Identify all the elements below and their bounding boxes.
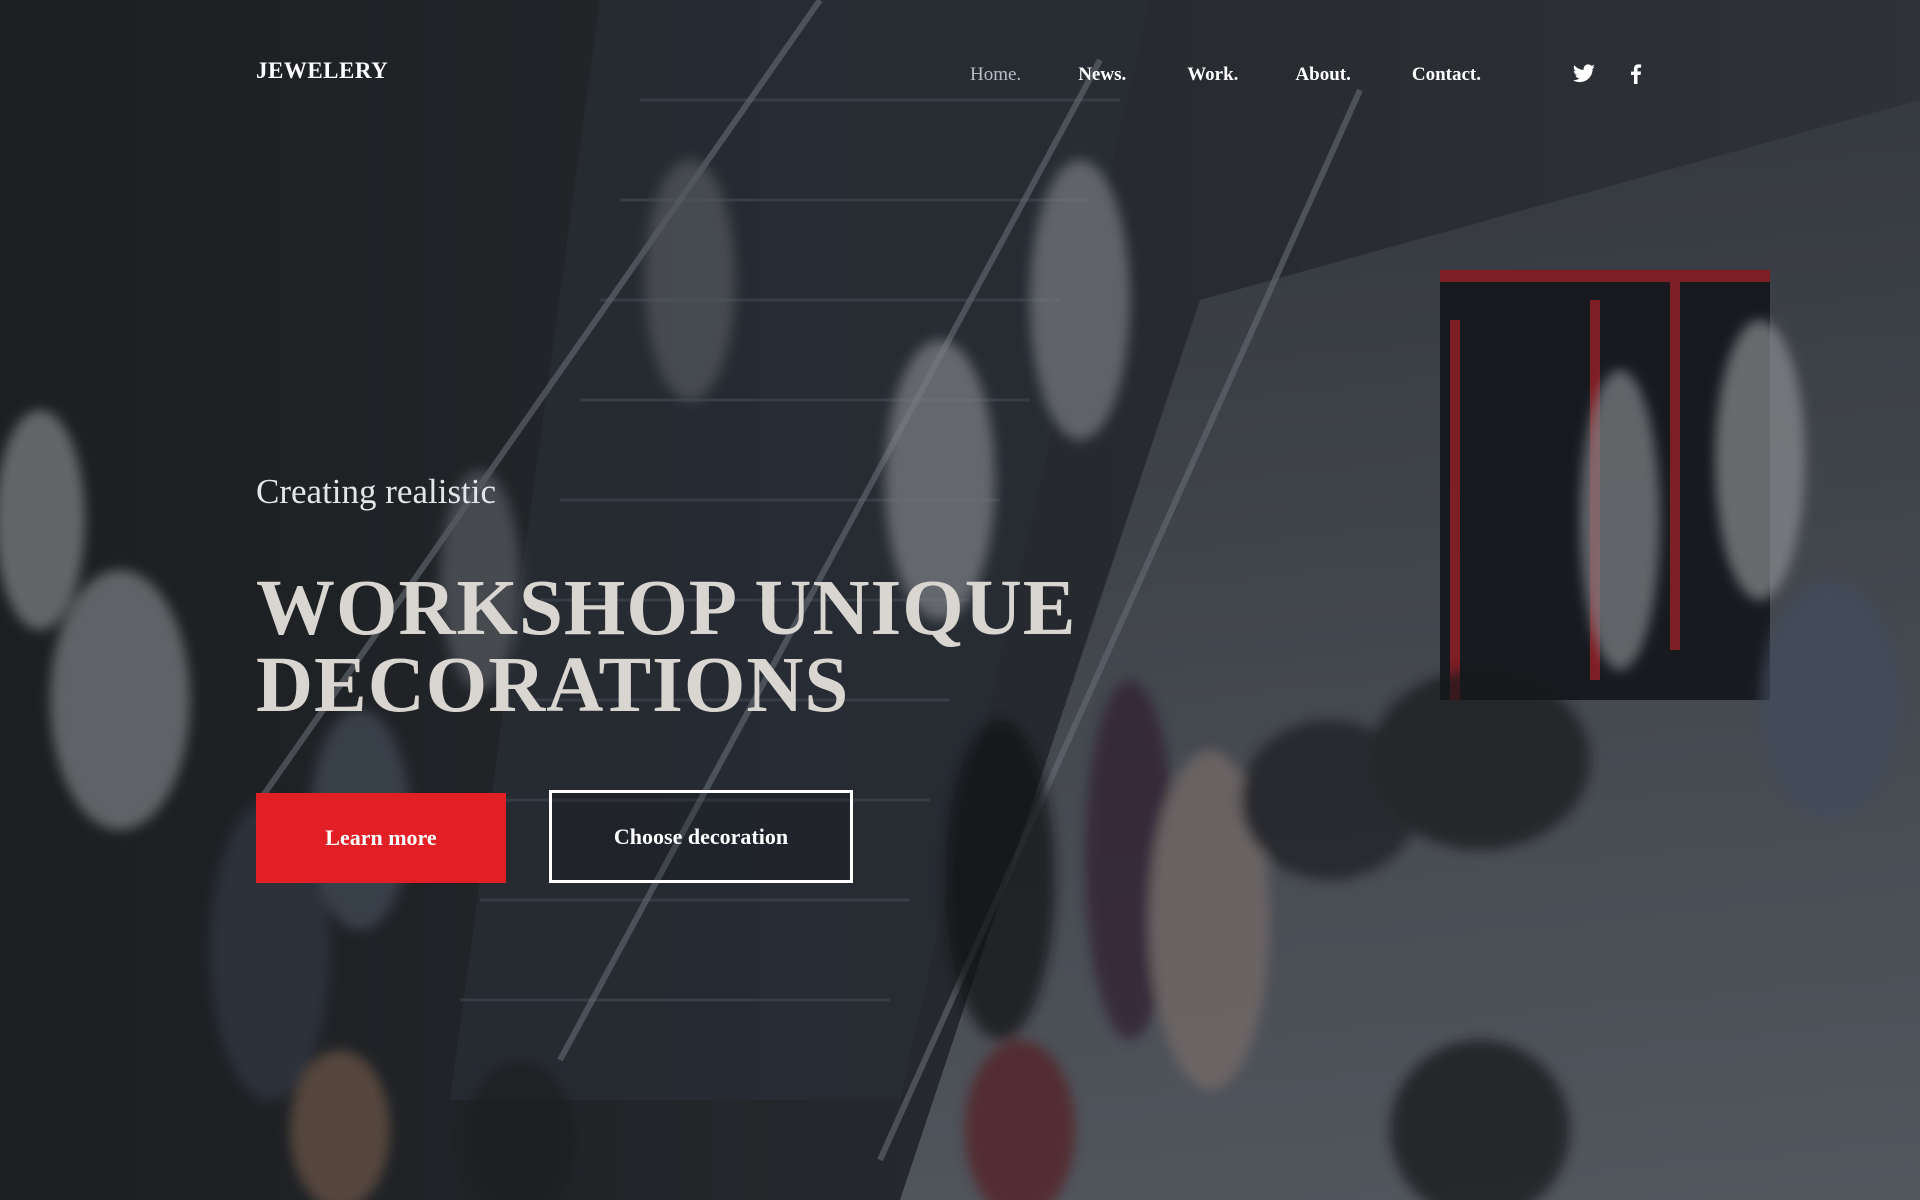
facebook-icon[interactable] [1624, 62, 1648, 86]
nav-contact[interactable]: Contact. [1412, 64, 1481, 86]
nav-news[interactable]: News. [1078, 64, 1126, 86]
hero-headline: WORKSHOP UNIQUE DECORATIONS [256, 565, 1156, 729]
headline-line-1: WORKSHOP UNIQUE [256, 565, 1077, 652]
headline-line-2: DECORATIONS [256, 642, 850, 729]
site-logo[interactable]: JEWELERY [256, 58, 388, 84]
hero-section: JEWELERY Home. News. Work. About. Contac… [0, 0, 1920, 1200]
twitter-icon[interactable] [1572, 62, 1596, 86]
social-links [1572, 62, 1648, 86]
nav-home[interactable]: Home. [970, 64, 1021, 86]
learn-more-button[interactable]: Learn more [256, 793, 506, 883]
nav-about[interactable]: About. [1295, 64, 1350, 86]
nav-work[interactable]: Work. [1187, 64, 1238, 86]
choose-decoration-button[interactable]: Choose decoration [549, 790, 853, 883]
hero-subtitle: Creating realistic [256, 472, 497, 511]
main-nav: Home. News. Work. About. Contact. [970, 64, 1481, 86]
